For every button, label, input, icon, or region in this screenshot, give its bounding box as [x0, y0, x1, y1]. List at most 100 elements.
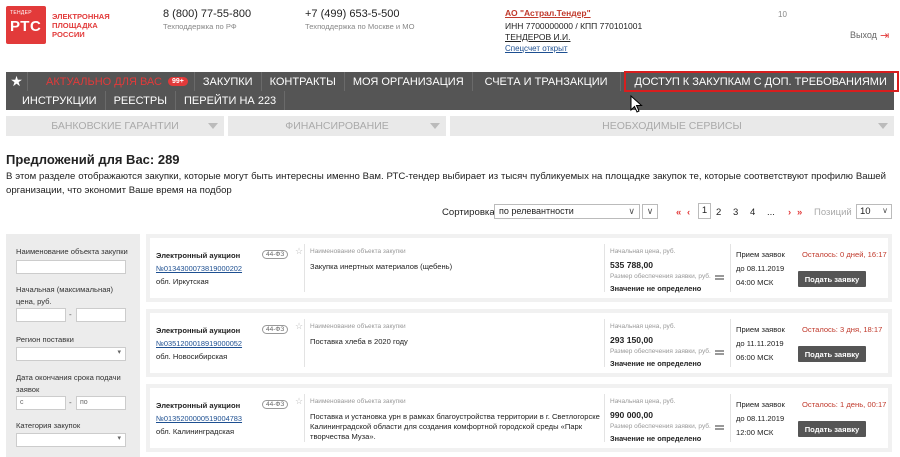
law-badge: 44-ФЗ: [262, 250, 289, 259]
purchase-card-body: Электронный аукцион 44-ФЗ ☆ №01352000005…: [150, 388, 888, 448]
sub-nav: БАНКОВСКИЕ ГАРАНТИИ ФИНАНСИРОВАНИЕ НЕОБХ…: [6, 116, 894, 136]
logo-big-text: РТС: [10, 18, 42, 35]
pagination-page-4[interactable]: 4: [750, 207, 755, 218]
card-divider: [304, 319, 305, 367]
nav-purchases[interactable]: ЗАКУПКИ: [195, 72, 262, 91]
purchase-number-link[interactable]: №0134300073819000202: [156, 264, 242, 273]
nav-access-extra-requirements[interactable]: ДОСТУП К ЗАКУПКАМ С ДОП. ТРЕБОВАНИЯМИ: [623, 71, 899, 92]
site-header: ТЕНДЕР РТС ЭЛЕКТРОННАЯ ПЛОЩАДКА РОССИИ 8…: [0, 0, 900, 70]
apply-time: 12:00 МСК: [736, 428, 774, 437]
chevron-down-icon: ▾: [117, 349, 121, 356]
price-value: 535 788,00: [610, 260, 654, 270]
filter-deadline-label-prefix: Дата: [16, 373, 33, 382]
subnav-financing[interactable]: ФИНАНСИРОВАНИЕ: [228, 116, 446, 136]
positions-label: Позиций: [814, 207, 852, 218]
apply-time: 06:00 МСК: [736, 353, 774, 362]
submit-application-button[interactable]: Подать заявку: [798, 346, 866, 362]
security-indicator-icon: [715, 350, 724, 355]
purchase-region: обл. Новосибирская: [156, 352, 228, 361]
filter-panel: Наименование объекта закупки Начальная (…: [6, 234, 140, 457]
favorite-star-icon[interactable]: ☆: [295, 396, 303, 407]
pagination-page-1[interactable]: 1: [698, 203, 711, 219]
filter-object-name-input[interactable]: [16, 260, 126, 274]
nav-registries[interactable]: РЕЕСТРЫ: [106, 91, 176, 110]
mouse-cursor-icon: [630, 95, 643, 113]
pagination-ellipsis: ...: [767, 207, 775, 218]
purchase-number-link[interactable]: №0135200000519004783: [156, 414, 242, 423]
object-name-label: Наименование объекта закупки: [310, 323, 406, 330]
filter-region-select[interactable]: ▾: [16, 347, 126, 361]
security-indicator-icon: [715, 275, 724, 280]
phone-moscow[interactable]: +7 (499) 653-5-500: [305, 8, 399, 20]
favorite-star-icon[interactable]: ☆: [295, 246, 303, 257]
nav-accounts-transactions[interactable]: СЧЕТА И ТРАНЗАКЦИИ: [473, 72, 621, 91]
chevron-down-icon: ▾: [117, 435, 121, 442]
subnav-necessary-services-label: НЕОБХОДИМЫЕ СЕРВИСЫ: [602, 120, 742, 132]
apply-label: Прием заявок: [736, 400, 785, 409]
chevron-down-icon: [430, 123, 440, 129]
time-left: Осталось: 3 дня, 18:17: [802, 325, 883, 334]
filter-price-to-input[interactable]: [76, 308, 126, 322]
org-name-link[interactable]: АО "Астрал.Тендер": [505, 8, 591, 18]
price-label: Начальная цена, руб.: [610, 248, 676, 255]
card-divider: [304, 244, 305, 292]
nav-instructions[interactable]: ИНСТРУКЦИИ: [6, 91, 106, 110]
favorite-star-icon[interactable]: ☆: [295, 321, 303, 332]
favorites-star-icon[interactable]: ★: [6, 72, 28, 91]
security-value: Значение не определено: [610, 284, 702, 293]
chevron-down-icon: [878, 123, 888, 129]
special-account-link[interactable]: Спецсчет открыт: [505, 44, 568, 53]
filter-category-select[interactable]: ▾: [16, 433, 126, 447]
sort-direction-button[interactable]: ∨: [642, 204, 658, 219]
purchase-card: Электронный аукцион 44-ФЗ ☆ №03512000189…: [146, 309, 892, 377]
pagination-prev[interactable]: ‹: [687, 207, 690, 218]
filter-price-dash: -: [69, 310, 72, 319]
nav-contracts[interactable]: КОНТРАКТЫ: [262, 72, 345, 91]
card-divider: [730, 244, 731, 292]
apply-time: 04:00 МСК: [736, 278, 774, 287]
exit-link[interactable]: Выход: [850, 30, 877, 40]
purchase-type: Электронный аукцион: [156, 401, 241, 410]
law-badge: 44-ФЗ: [262, 400, 289, 409]
notification-counter[interactable]: 10: [778, 10, 787, 19]
site-logo[interactable]: ТЕНДЕР РТС: [6, 6, 46, 44]
submit-application-button[interactable]: Подать заявку: [798, 271, 866, 287]
submit-application-button[interactable]: Подать заявку: [798, 421, 866, 437]
positions-select[interactable]: 10 ∨: [856, 204, 892, 219]
sort-select[interactable]: по релевантности ∨: [494, 204, 640, 219]
user-name-link[interactable]: ТЕНДЕРОВ И.И.: [505, 32, 571, 42]
purchase-number-link[interactable]: №0351200018919000052: [156, 339, 242, 348]
nav-actual-for-you[interactable]: АКТУАЛЬНО ДЛЯ ВАС 99+: [28, 72, 195, 91]
pagination-last[interactable]: »: [797, 207, 802, 218]
nav-go-to-223[interactable]: ПЕРЕЙТИ НА 223: [176, 91, 286, 110]
page-description: В этом разделе отображаются закупки, кот…: [6, 171, 886, 196]
exit-icon[interactable]: ⇥: [880, 29, 889, 42]
purchase-card-body: Электронный аукцион 44-ФЗ ☆ №01343000738…: [150, 238, 888, 298]
apply-date: до 08.11.2019: [736, 414, 785, 423]
filter-deadline-dash: -: [69, 398, 72, 407]
filter-price-label: Начальная (максимальная) цена, руб.: [16, 285, 114, 306]
subnav-bank-guarantees-label: БАНКОВСКИЕ ГАРАНТИИ: [51, 120, 179, 132]
nav-my-organization[interactable]: МОЯ ОРГАНИЗАЦИЯ: [345, 72, 473, 91]
filter-price-from-input[interactable]: [16, 308, 66, 322]
filter-deadline-label: Дата Окончания срока подачи заявок: [16, 372, 134, 396]
object-name[interactable]: Закупка инертных материалов (щебень): [310, 262, 602, 272]
subnav-necessary-services[interactable]: НЕОБХОДИМЫЕ СЕРВИСЫ: [450, 116, 894, 136]
card-divider: [604, 319, 605, 367]
price-label: Начальная цена, руб.: [610, 323, 676, 330]
pagination-page-2[interactable]: 2: [716, 207, 721, 218]
purchase-type: Электронный аукцион: [156, 251, 241, 260]
subnav-bank-guarantees[interactable]: БАНКОВСКИЕ ГАРАНТИИ: [6, 116, 224, 136]
price-value: 293 150,00: [610, 335, 654, 345]
filter-deadline-to-input[interactable]: по: [76, 396, 126, 410]
object-name[interactable]: Поставка и установка урн в рамках благоу…: [310, 412, 602, 442]
pagination-next[interactable]: ›: [788, 207, 791, 218]
pagination-page-3[interactable]: 3: [733, 207, 738, 218]
object-name[interactable]: Поставка хлеба в 2020 году: [310, 337, 602, 347]
org-inn: ИНН 7700000000 / КПП 770101001: [505, 21, 643, 31]
pagination-first[interactable]: «: [676, 207, 681, 218]
logo-small-text: ТЕНДЕР: [10, 10, 32, 16]
phone-rf[interactable]: 8 (800) 77-55-800: [163, 8, 251, 20]
filter-deadline-from-input[interactable]: с: [16, 396, 66, 410]
purchase-region: обл. Калининградская: [156, 427, 235, 436]
